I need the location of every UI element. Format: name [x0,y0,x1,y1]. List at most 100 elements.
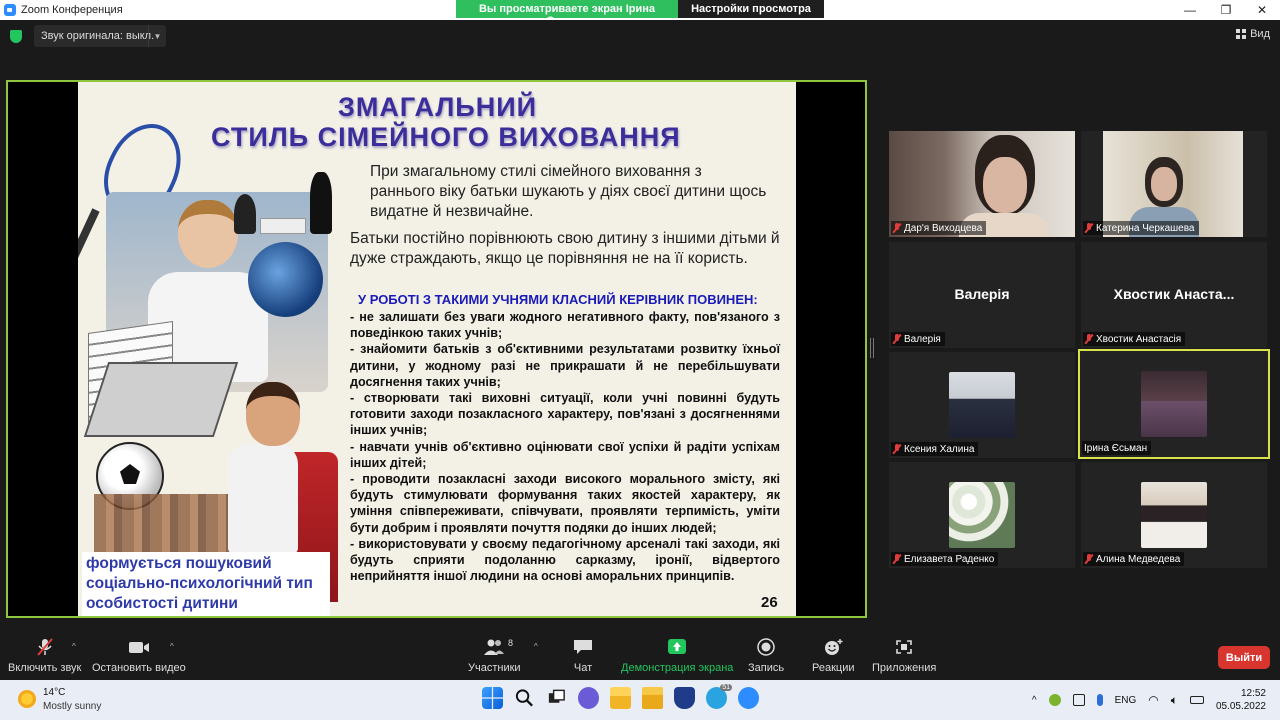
view-button[interactable]: Вид [1236,28,1270,40]
chevron-down-icon[interactable]: ▼ [148,25,166,47]
tennis-racket-handle-image [78,208,100,298]
slide-subheading: У РОБОТІ З ТАКИМИ УЧНЯМИ КЛАСНИЙ КЕРІВНИ… [358,292,758,307]
weather-temperature[interactable]: 14°C [43,687,65,698]
mic-muted-icon [1085,223,1093,233]
shared-screen[interactable]: ЗМАГАЛЬНИЙ СТИЛЬ СІМЕЙНОГО ВИХОВАННЯ При… [6,80,867,618]
mic-muted-icon [36,638,53,656]
participant-label: Елизавета Раденко [891,552,999,566]
participant-label: Ірина Єсьман [1082,441,1152,455]
slide-bottom-caption: формується пошуковий соціально-психологі… [82,552,330,616]
clock[interactable]: 12:52 05.05.2022 [1216,687,1266,713]
globe-image [248,242,323,317]
participant-label: Ксения Халина [891,442,979,456]
participant-avatar [949,372,1015,438]
reactions-button[interactable]: Реакции [812,638,855,674]
teams-chat-icon[interactable] [578,687,599,709]
window-title: Zoom Конференция [21,4,123,16]
participant-label: Хвостик Анастасія [1083,332,1186,346]
mic-muted-icon [893,223,901,233]
mic-muted-icon [1085,334,1093,344]
participant-tile[interactable]: Елизавета Раденко [889,462,1075,568]
folder-icon[interactable] [642,687,663,709]
unmute-button[interactable]: Включить звук [8,638,81,674]
slide-title-line1: ЗМАГАЛЬНИЙ [338,92,537,122]
zoom-app-icon[interactable] [738,687,759,709]
splitter-handle[interactable] [870,338,874,358]
chess-pieces-image [234,164,344,234]
participant-tile[interactable]: Алина Медведева [1081,462,1267,568]
participant-name: Катерина Черкашева [1096,222,1195,234]
slide-list-item: - навчати учнів об'єктивно оцінювати сво… [350,439,780,470]
participant-avatar [1141,482,1207,548]
mic-muted-icon [1085,554,1093,564]
original-sound-dropdown[interactable]: Звук оригинала: выкл. ▼ [34,25,166,47]
chat-button[interactable]: Чат [572,638,594,674]
video-camera-icon [128,642,149,653]
windows-taskbar: 14°C Mostly sunny 51 ^ ENG ◠ 🔈︎ 12:52 05… [0,680,1280,720]
start-icon[interactable] [482,687,503,709]
apps-icon [896,640,912,654]
task-view-icon[interactable] [546,687,567,709]
participants-icon [484,639,505,655]
slide-list-item: - не залишати без уваги жодного негативн… [350,310,780,341]
participant-name: Алина Медведева [1096,553,1181,565]
bitwarden-shield-icon[interactable] [674,687,695,709]
participant-name: Ксения Халина [904,443,975,455]
participant-tile[interactable]: Хвостик Анаста... Хвостик Анастасія [1081,242,1267,348]
apps-button[interactable]: Приложения [872,638,936,674]
weather-sun-icon[interactable] [18,690,36,708]
view-settings-button[interactable]: Настройки просмотра ⌄ [678,0,824,28]
participant-tile[interactable]: Ксения Халина [889,352,1075,458]
reactions-label: Реакции [812,662,855,674]
meeting-controls: Включить звук ^ Остановить видео ^ Участ… [0,630,1280,680]
battery-icon[interactable] [1189,696,1204,704]
participant-tile[interactable]: Катерина Черкашева [1081,131,1267,237]
leave-meeting-button[interactable]: Выйти [1218,646,1270,669]
video-options-caret[interactable]: ^ [170,642,174,651]
security-shield-icon[interactable] [10,30,22,43]
slide-paragraph-1: При змагальному стилі сімейного вихованн… [370,163,767,220]
bookshelf-image [94,494,244,554]
participant-tile[interactable]: Дар'я Виходцева [889,131,1075,237]
view-label: Вид [1250,28,1270,40]
close-button[interactable]: ✕ [1244,0,1280,20]
participant-display-name: Хвостик Анаста... [1113,286,1235,302]
share-screen-button[interactable]: Демонстрация экрана [621,638,733,674]
volume-icon[interactable]: 🔈︎ [1171,693,1178,708]
audio-options-caret[interactable]: ^ [72,642,76,651]
slide-title-line2: СТИЛЬ СІМЕЙНОГО ВИХОВАННЯ [211,122,681,152]
app-tray-icon[interactable] [1048,694,1061,706]
maximize-button[interactable]: ❐ [1208,0,1244,20]
boy-head-image [178,200,238,268]
slide-list-item: - знайомити батьків з об'єктивними резул… [350,342,780,389]
participant-label: Катерина Черкашева [1083,221,1199,235]
participants-options-caret[interactable]: ^ [534,642,538,651]
presentation-slide: ЗМАГАЛЬНИЙ СТИЛЬ СІМЕЙНОГО ВИХОВАННЯ При… [78,82,796,616]
record-label: Запись [748,662,785,674]
language-indicator[interactable]: ENG [1115,695,1137,706]
wifi-icon[interactable]: ◠ [1148,693,1158,707]
participant-tile[interactable]: Валерія Валерія [889,242,1075,348]
slide-paragraph-2: Батьки постійно порівнюють свою дитину з… [350,230,780,267]
participant-tile-active-speaker[interactable]: Ірина Єсьман [1078,349,1270,459]
laptop-image [83,362,239,437]
chat-label: Чат [573,662,593,674]
share-screen-icon [668,639,687,654]
share-banner: Вы просматриваете экран Ірина Єсьман Нас… [456,0,824,28]
participant-avatar [1141,371,1207,437]
tray-overflow-chevron[interactable]: ^ [1032,695,1037,706]
meeting-top-bar: Звук оригинала: выкл. ▼ Вид [0,20,1280,52]
search-icon[interactable] [514,687,535,709]
telegram-icon[interactable]: 51 [706,684,732,709]
file-explorer-icon[interactable] [610,687,631,709]
record-button[interactable]: Запись [748,638,784,674]
microphone-tray-icon[interactable] [1096,694,1103,706]
minimize-button[interactable]: — [1172,0,1208,20]
participant-display-name: Валерія [954,286,1010,302]
tray-app-icon-2[interactable] [1072,694,1085,706]
zoom-logo-icon [4,4,16,16]
record-icon [757,638,775,656]
slide-list-item: - використовувати у своєму педагогічному… [350,536,780,584]
participants-label: Участники [468,662,521,674]
weather-description[interactable]: Mostly sunny [43,701,101,712]
